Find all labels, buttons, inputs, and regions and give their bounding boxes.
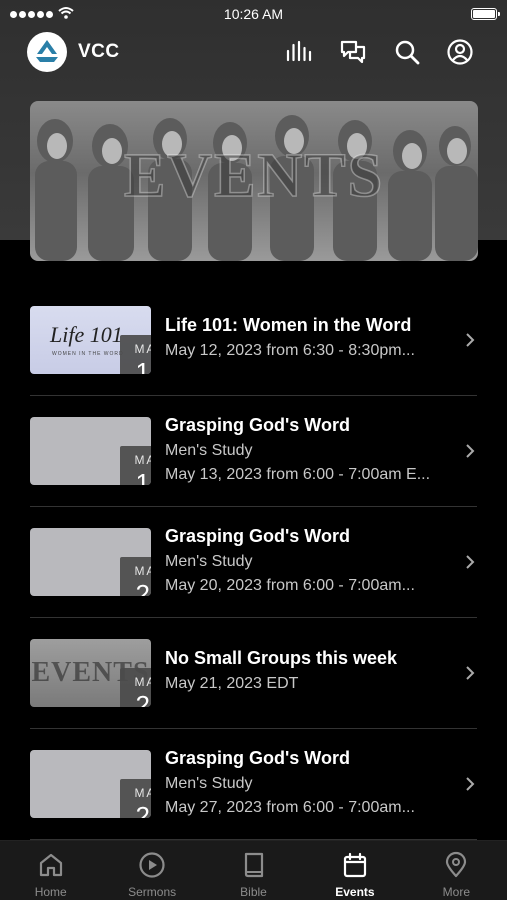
events-banner: EVENTS <box>30 101 478 261</box>
event-row[interactable]: MAY 27 Grasping God's Word Men's Study M… <box>0 729 507 840</box>
event-thumbnail: EVENTS MAY 21 <box>30 639 151 707</box>
app-header: VCC <box>0 30 507 76</box>
home-icon <box>39 853 62 877</box>
chat-bubbles-icon[interactable] <box>339 38 367 66</box>
date-month: MAY <box>134 342 151 356</box>
event-thumbnail: MAY 20 <box>30 528 151 596</box>
date-day: 21 <box>135 690 151 707</box>
event-row[interactable]: Life 101 WOMEN IN THE WORD MAY 12 Life 1… <box>0 285 507 396</box>
status-bar: 10:26 AM <box>0 0 507 28</box>
event-title: Grasping God's Word <box>165 415 350 435</box>
tab-label: Sermons <box>128 885 177 899</box>
event-text: No Small Groups this week May 21, 2023 E… <box>165 648 461 693</box>
tab-events[interactable]: Events <box>304 841 405 900</box>
tab-label: Events <box>335 885 375 899</box>
event-datetime: May 12, 2023 from 6:30 - 8:30pm... <box>165 342 415 359</box>
date-month: MAY <box>134 453 151 467</box>
chevron-right-icon <box>466 555 475 569</box>
chevron-right-icon <box>466 666 475 680</box>
tab-label: Bible <box>240 885 267 899</box>
date-badge: MAY 20 <box>120 557 151 596</box>
event-title: Grasping God's Word <box>165 748 350 768</box>
event-datetime: May 27, 2023 from 6:00 - 7:00am... <box>165 799 415 816</box>
event-subtitle: Men's Study <box>165 442 253 459</box>
event-title: Life 101: Women in the Word <box>165 315 412 335</box>
battery-icon <box>471 8 500 20</box>
thumbnail-subtitle: WOMEN IN THE WORD <box>52 351 124 357</box>
tab-label: Home <box>34 885 67 899</box>
chevron-right-icon <box>466 777 475 791</box>
event-subtitle: Men's Study <box>165 775 253 792</box>
event-text: Life 101: Women in the Word May 12, 2023… <box>165 315 461 360</box>
event-subtitle: Men's Study <box>165 553 253 570</box>
event-text: Grasping God's Word Men's Study May 27, … <box>165 748 461 817</box>
search-icon[interactable] <box>393 38 421 66</box>
church-logo-icon[interactable] <box>27 32 67 72</box>
tab-home[interactable]: Home <box>0 841 101 900</box>
event-thumbnail: MAY 13 <box>30 417 151 485</box>
date-day: 20 <box>135 579 151 596</box>
status-time: 10:26 AM <box>223 6 284 22</box>
event-list: Life 101 WOMEN IN THE WORD MAY 12 Life 1… <box>0 285 507 840</box>
event-datetime: May 13, 2023 from 6:00 - 7:00am E... <box>165 466 431 483</box>
play-circle-icon <box>139 852 165 878</box>
date-day: 27 <box>135 801 151 818</box>
chevron-right-icon <box>466 333 475 347</box>
calendar-icon <box>343 852 367 878</box>
account-icon[interactable] <box>446 38 474 66</box>
date-day: 13 <box>135 468 151 485</box>
app-title: VCC <box>78 41 120 62</box>
event-row[interactable]: MAY 13 Grasping God's Word Men's Study M… <box>0 396 507 507</box>
date-day: 12 <box>135 357 151 374</box>
event-title: No Small Groups this week <box>165 648 398 668</box>
event-thumbnail: Life 101 WOMEN IN THE WORD MAY 12 <box>30 306 151 374</box>
event-datetime: May 21, 2023 EDT <box>165 675 299 692</box>
date-badge: MAY 21 <box>120 668 151 707</box>
date-month: MAY <box>134 564 151 578</box>
event-row[interactable]: MAY 20 Grasping God's Word Men's Study M… <box>0 507 507 618</box>
date-month: MAY <box>134 675 151 689</box>
event-datetime: May 20, 2023 from 6:00 - 7:00am... <box>165 577 415 594</box>
banner-title: EVENTS <box>123 141 385 211</box>
event-row[interactable]: EVENTS MAY 21 No Small Groups this week … <box>0 618 507 729</box>
tab-bar: Home Sermons Bible Events More <box>0 840 507 900</box>
date-badge: MAY 27 <box>120 779 151 818</box>
tab-bible[interactable]: Bible <box>203 841 304 900</box>
date-badge: MAY 12 <box>120 335 151 374</box>
date-month: MAY <box>134 786 151 800</box>
event-title: Grasping God's Word <box>165 526 350 546</box>
event-text: Grasping God's Word Men's Study May 20, … <box>165 526 461 595</box>
audio-bars-icon[interactable] <box>285 38 313 66</box>
tab-label: More <box>442 885 470 899</box>
map-pin-icon <box>446 851 467 878</box>
date-badge: MAY 13 <box>120 446 151 485</box>
event-text: Grasping God's Word Men's Study May 13, … <box>165 415 461 484</box>
tab-more[interactable]: More <box>406 841 507 900</box>
event-thumbnail: MAY 27 <box>30 750 151 818</box>
book-icon <box>244 852 263 878</box>
chevron-right-icon <box>466 444 475 458</box>
tab-sermons[interactable]: Sermons <box>101 841 202 900</box>
thumbnail-title: Life 101 <box>50 322 123 347</box>
